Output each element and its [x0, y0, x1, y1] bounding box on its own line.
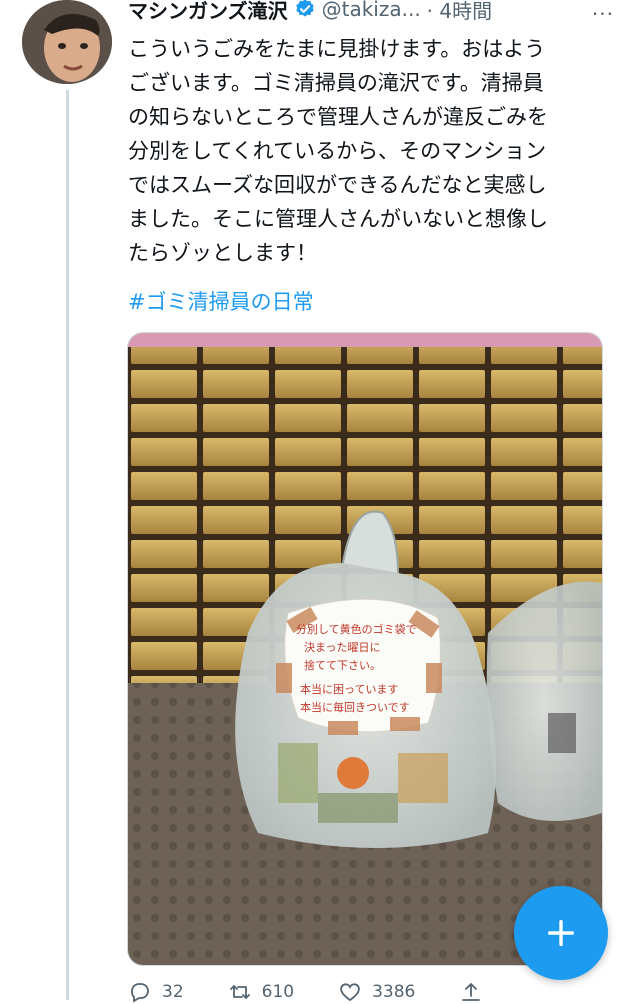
tweet-body: こういうごみをたまに見掛けます。おはよう ございます。ゴミ清掃員の滝沢です。清掃… [128, 32, 608, 270]
note-line: 決まった曜日に [304, 641, 381, 654]
retweet-icon [229, 985, 250, 999]
retweet-count: 610 [261, 982, 295, 1002]
like-button[interactable]: 3386 [338, 980, 415, 1004]
garbage-bag-photo: 分別して黄色のゴミ袋で 決まった曜日に 捨てて下さい。 本当に困っています 本当… [128, 333, 602, 965]
author-name[interactable]: マシンガンズ滝沢 [128, 0, 288, 24]
like-icon [340, 983, 360, 1002]
plus-icon [547, 919, 575, 947]
tweet-body-line: ございます。ゴミ清掃員の滝沢です。清掃員 [128, 71, 544, 95]
compose-tweet-button[interactable] [514, 886, 608, 980]
tweet-header: マシンガンズ滝沢 @takiza... · 4時間 [128, 0, 492, 24]
tweet-body-line: たらゾッとします！ [128, 241, 317, 265]
note-line: 分別して黄色のゴミ袋で [296, 622, 417, 636]
avatar-image [22, 0, 112, 84]
tweet-body-line: ではスムーズな回収ができるんだなと実感し [128, 173, 547, 197]
tweet-body-line: ました。そこに管理人さんがいないと想像し [128, 207, 548, 231]
tweet-actions: 32 610 3386 [128, 980, 528, 1004]
retweet-button[interactable]: 610 [228, 980, 294, 1004]
avatar[interactable] [22, 0, 112, 84]
tweet-body-line: の知らないところで管理人さんが違反ごみを [128, 105, 548, 129]
share-icon [462, 983, 481, 1001]
share-button[interactable] [459, 980, 483, 1004]
note-line: 捨てて下さい。 [304, 658, 381, 672]
paper-note: 分別して黄色のゴミ袋で 決まった曜日に 捨てて下さい。 本当に困っています 本当… [276, 598, 442, 735]
tweet-body-line: 分別をしてくれているから、そのマンション [128, 139, 547, 163]
author-handle[interactable]: @takiza... [322, 0, 421, 21]
verified-badge-icon [295, 0, 314, 17]
tweet-body-line: こういうごみをたまに見掛けます。おはよう [128, 37, 546, 61]
note-line: 本当に毎回きついです [300, 700, 410, 714]
reply-count: 32 [162, 982, 184, 1002]
hashtag-link[interactable]: #ゴミ清掃員の日常 [128, 286, 314, 316]
more-options-button[interactable]: ... [592, 0, 614, 20]
thread-line [66, 90, 69, 1000]
like-count: 3386 [372, 982, 416, 1002]
reply-icon [131, 983, 149, 1003]
tweet-photo[interactable]: 分別して黄色のゴミ袋で 決まった曜日に 捨てて下さい。 本当に困っています 本当… [127, 332, 603, 966]
reply-button[interactable]: 32 [128, 980, 184, 1004]
tweet-time[interactable]: · 4時間 [427, 0, 492, 24]
note-line: 本当に困っています [300, 682, 398, 696]
